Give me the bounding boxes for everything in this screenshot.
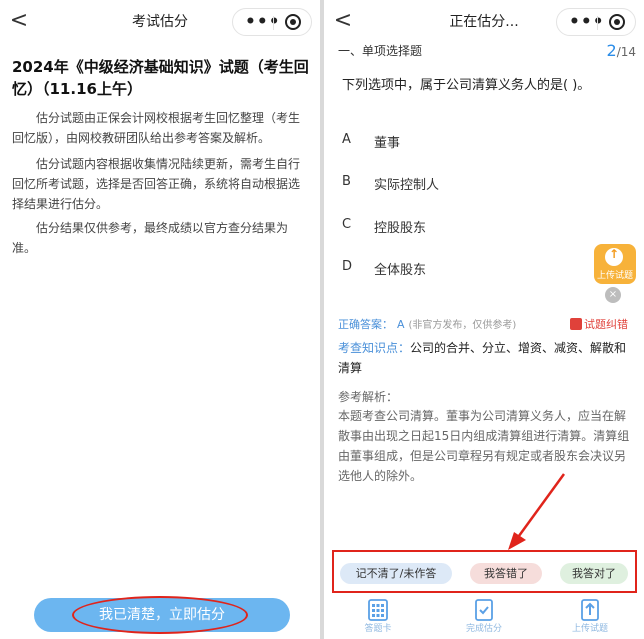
tab-upload-question[interactable]: 上传试题 [560, 599, 620, 639]
estimate-intro-screen: < 考试估分 ••• 2024年《中级经济基础知识》试题（考生回忆）（11.16… [0, 0, 320, 639]
analysis-heading: 参考解析： [338, 390, 399, 404]
tab-label: 上传试题 [571, 624, 608, 634]
report-label: 试题纠错 [584, 318, 628, 331]
upload-question-float-button[interactable]: 上传试题 [594, 244, 636, 284]
more-icon[interactable]: ••• [569, 10, 605, 34]
header: < 考试估分 ••• [0, 0, 320, 44]
mini-program-capsule: ••• [232, 8, 312, 36]
question-counter: 2/14 [607, 40, 637, 63]
answer-key: 正确答案： [338, 318, 393, 331]
back-icon[interactable]: < [8, 8, 30, 34]
close-record-icon[interactable] [285, 14, 301, 30]
current-question-number: 2 [606, 41, 617, 60]
option-letter: C [342, 217, 352, 232]
tab-label: 答题卡 [364, 624, 392, 634]
option-text: 控股股东 [374, 221, 427, 236]
knowledge-point: 考查知识点：公司的合并、分立、增资、减资、解散和清算 [338, 338, 632, 378]
option-letter: A [342, 132, 351, 147]
exam-title: 2024年《中级经济基础知识》试题（考生回忆）（11.16上午） [12, 58, 309, 98]
section-label: 一、单项选择题 [338, 44, 423, 58]
answer-note: (非官方发布，仅供参考) [408, 320, 517, 331]
knowledge-key: 考查知识点： [338, 341, 411, 355]
page-title: 考试估分 [132, 14, 188, 30]
tab-finish-estimate[interactable]: 完成估分 [454, 599, 514, 639]
more-icon[interactable]: ••• [245, 10, 281, 34]
check-doc-icon [475, 599, 493, 621]
option-text: 全体股东 [374, 263, 427, 278]
upload-icon [581, 599, 599, 621]
intro-paragraph-3: 估分结果仅供参考，最终成绩以官方查分结果为准。 [12, 221, 289, 255]
total-questions: /14 [616, 45, 636, 59]
intro-paragraph-2: 估分试题内容根据收集情况陆续更新，需考生自行回忆所考试题，选择是否回答正确，系统… [12, 157, 301, 211]
report-error-button[interactable]: 试题纠错 [570, 316, 628, 334]
tab-label: 完成估分 [465, 624, 502, 634]
header: < 正在估分... ••• [324, 0, 644, 44]
question-text: 下列选项中，属于公司清算义务人的是( )。 [342, 78, 591, 93]
capsule-divider [597, 16, 598, 30]
intro-paragraph-1: 估分试题由正保会计网校根据考生回忆整理（考生回忆版），由网校教研团队给出参考答案… [12, 111, 301, 145]
highlight-oval [72, 596, 248, 634]
upload-float-label: 上传试题 [596, 271, 633, 281]
answered-right-button[interactable]: 我答对了 [560, 563, 628, 584]
correct-answer-row: 正确答案： A (非官方发布，仅供参考) [338, 316, 516, 335]
red-arrow-annotation [508, 473, 566, 550]
grid-icon [368, 599, 388, 621]
answered-wrong-button[interactable]: 我答错了 [470, 563, 542, 584]
analysis-body: 本题考查公司清算。董事为公司清算义务人，应当在解散事由出现之日起15日内组成清算… [338, 409, 630, 483]
option-text: 董事 [374, 136, 401, 151]
close-record-icon[interactable] [609, 14, 625, 30]
not-answered-button[interactable]: 记不清了/未作答 [340, 563, 452, 584]
tab-answer-sheet[interactable]: 答题卡 [348, 599, 408, 639]
back-icon[interactable]: < [332, 8, 354, 34]
report-icon [570, 318, 582, 330]
close-icon[interactable]: × [605, 287, 621, 303]
upload-icon [605, 247, 623, 266]
option-text: 实际控制人 [374, 178, 440, 193]
page-title: 正在估分... [449, 14, 519, 30]
estimate-question-screen: < 正在估分... ••• 一、单项选择题 2/14 下列选项中，属于公司清算义… [324, 0, 644, 639]
bottom-tab-bar: 答题卡 完成估分 上传试题 [324, 596, 644, 639]
option-letter: B [342, 174, 351, 189]
mini-program-capsule: ••• [556, 8, 636, 36]
answer-value: A [397, 318, 405, 331]
option-letter: D [342, 259, 353, 274]
capsule-divider [273, 16, 274, 30]
